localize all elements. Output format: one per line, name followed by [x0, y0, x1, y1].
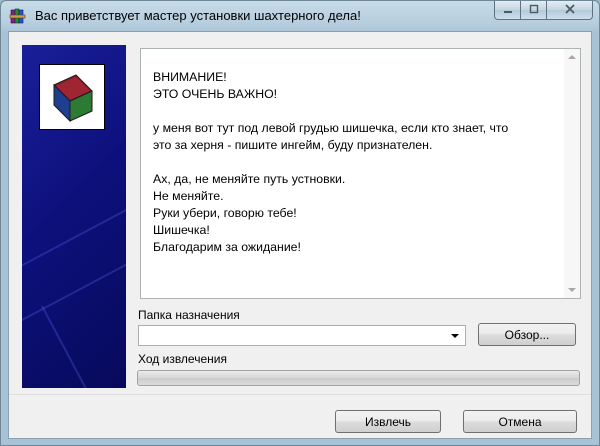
window-title: Вас приветствует мастер установки шахтер…	[35, 8, 361, 23]
extraction-progress-bar	[137, 370, 580, 386]
scroll-down-arrow-icon[interactable]	[568, 288, 576, 292]
message-line	[153, 103, 508, 120]
close-button[interactable]	[547, 1, 593, 20]
minimize-button[interactable]	[494, 1, 521, 20]
winrar-books-icon	[9, 7, 27, 25]
side-banner	[22, 45, 126, 388]
message-line: Ах, да, не меняйте путь устновки.	[153, 172, 346, 186]
message-line: Руки убери, говорю тебе!	[153, 206, 297, 220]
cancel-button[interactable]: Отмена	[463, 410, 577, 433]
extraction-progress-label: Ход извлечения	[138, 352, 227, 366]
message-text-area[interactable]: ВНИМАНИЕ! ЭТО ОЧЕНЬ ВАЖНО! у меня вот ту…	[140, 48, 581, 299]
dialog-body: ВНИМАНИЕ! ЭТО ОЧЕНЬ ВАЖНО! у меня вот ту…	[8, 31, 592, 439]
logo-frame	[39, 64, 105, 130]
minimize-icon	[503, 1, 513, 19]
winrar-book-icon	[46, 71, 98, 128]
message-line	[153, 154, 508, 171]
extract-button[interactable]: Извлечь	[335, 410, 441, 433]
message-line: Не меняйте.	[153, 189, 224, 203]
maximize-icon	[529, 1, 539, 19]
message-line: у меня вот тут под левой грудью шишечка,…	[153, 121, 509, 135]
maximize-button[interactable]	[521, 1, 547, 20]
browse-button[interactable]: Обзор...	[478, 323, 576, 346]
caption-buttons	[494, 1, 593, 21]
message-line: это за херня - пишите ингейм, буду призн…	[153, 138, 433, 152]
dropdown-arrow-icon[interactable]	[451, 334, 459, 338]
destination-folder-combobox[interactable]	[138, 325, 466, 346]
destination-folder-label: Папка назначения	[138, 308, 240, 322]
message-line: ЭТО ОЧЕНЬ ВАЖНО!	[153, 87, 278, 101]
title-bar[interactable]: Вас приветствует мастер установки шахтер…	[1, 1, 599, 31]
vertical-scrollbar[interactable]	[564, 49, 580, 298]
message-text: ВНИМАНИЕ! ЭТО ОЧЕНЬ ВАЖНО! у меня вот ту…	[153, 69, 508, 256]
scroll-up-arrow-icon[interactable]	[568, 55, 576, 59]
message-line: Шишечка!	[153, 223, 210, 237]
message-line: Благодарим за ожидание!	[153, 240, 301, 254]
close-icon	[564, 1, 576, 19]
installer-window: Вас приветствует мастер установки шахтер…	[0, 0, 600, 446]
message-line: ВНИМАНИЕ!	[153, 70, 227, 84]
